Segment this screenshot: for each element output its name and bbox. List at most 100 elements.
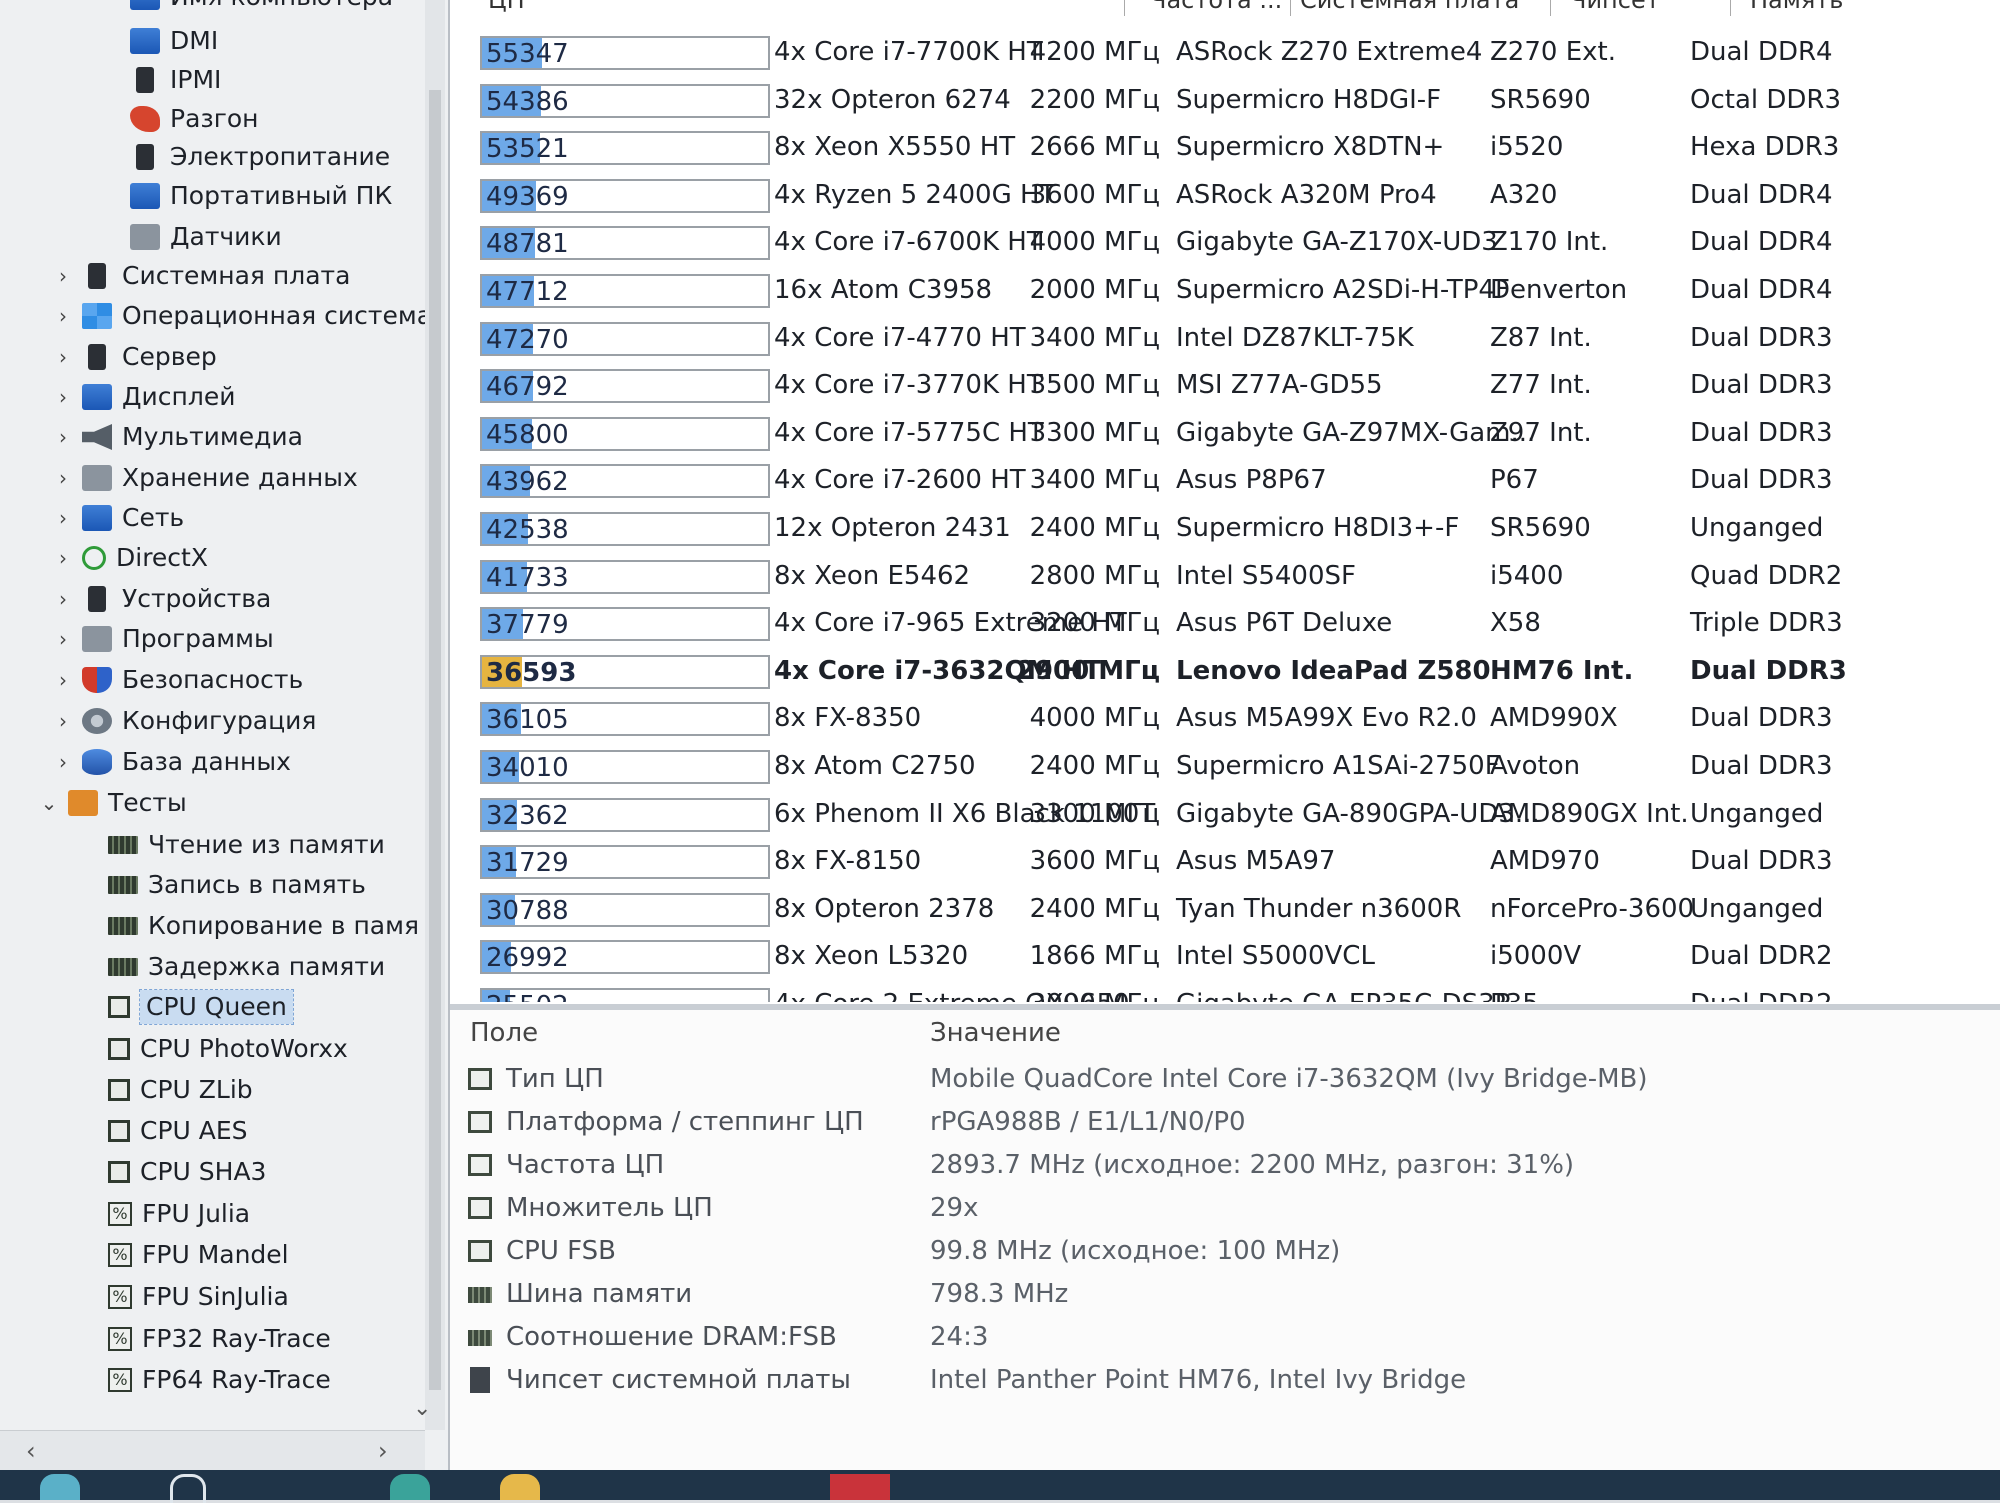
column-header-memory[interactable]: Память <box>1750 0 1843 14</box>
sidebar-item-27[interactable]: CPU ZLib <box>108 1073 253 1107</box>
sidebar-item-1[interactable]: DMI <box>130 24 218 58</box>
table-row[interactable]: 43962 4x Core i7-2600 HT 3400 МГц Asus P8P6… <box>450 457 2000 504</box>
sidebar-item-20[interactable]: ⌄ Тесты <box>36 786 187 820</box>
search-icon[interactable] <box>170 1474 206 1503</box>
collapse-arrow-icon[interactable]: ⌄ <box>36 786 62 820</box>
sidebar-item-33[interactable]: FP32 Ray-Trace <box>108 1322 331 1356</box>
aida-app-icon[interactable] <box>830 1474 890 1500</box>
expand-arrow-icon[interactable]: › <box>50 501 76 535</box>
sidebar-item-19[interactable]: › База данных <box>50 745 291 779</box>
sidebar-item-8[interactable]: › Операционная система <box>50 299 432 333</box>
column-header-frequency[interactable]: Частота ... <box>1150 0 1282 14</box>
sidebar-item-31[interactable]: FPU Mandel <box>108 1238 289 1272</box>
sidebar-item-17[interactable]: › Безопасность <box>50 663 303 697</box>
expand-arrow-icon[interactable]: › <box>50 299 76 333</box>
expand-arrow-icon[interactable]: › <box>50 380 76 414</box>
expand-arrow-icon[interactable]: › <box>50 704 76 738</box>
sidebar-item-12[interactable]: › Хранение данных <box>50 461 358 495</box>
table-row[interactable]: 45800 4x Core i7-5775C HT 3300 МГц Gigabyte… <box>450 410 2000 457</box>
sidebar-item-4[interactable]: Электропитание <box>130 140 390 174</box>
sidebar-item-25[interactable]: CPU Queen <box>108 989 294 1025</box>
expand-arrow-icon[interactable]: › <box>50 340 76 374</box>
taskbar-app-icon[interactable] <box>390 1474 430 1500</box>
detail-row[interactable]: Частота ЦП 2893.7 MHz (исходное: 2200 MHz… <box>450 1144 2000 1186</box>
sidebar-item-23[interactable]: Копирование в памя <box>108 909 419 943</box>
sidebar-item-3[interactable]: Разгон <box>130 102 258 136</box>
sidebar-item-28[interactable]: CPU AES <box>108 1114 248 1148</box>
sidebar-item-14[interactable]: › DirectX <box>50 541 208 575</box>
table-row[interactable]: 36593 4x Core i7-3632QM HT 2900 МГц Lenovo … <box>450 648 2000 695</box>
tree-scrollbar-thumb[interactable] <box>429 90 441 1390</box>
table-row[interactable]: 47712 16x Atom C3958 2000 МГц Supermicro A2… <box>450 267 2000 314</box>
table-row[interactable]: 41733 8x Xeon E5462 2800 МГц Intel S5400SF i… <box>450 553 2000 600</box>
detail-row[interactable]: Чипсет системной платы Intel Panther Poin… <box>450 1359 2000 1401</box>
sidebar-item-6[interactable]: Датчики <box>130 220 282 254</box>
detail-row[interactable]: Соотношение DRAM:FSB 24:3 <box>450 1316 2000 1358</box>
scroll-right-arrow-icon[interactable]: › <box>378 1437 388 1465</box>
sidebar-item-34[interactable]: FP64 Ray-Trace <box>108 1363 331 1397</box>
sidebar-item-2[interactable]: IPMI <box>130 63 221 97</box>
table-row[interactable]: 42538 12x Opteron 2431 2400 МГц Supermicro … <box>450 505 2000 552</box>
table-row[interactable]: 37779 4x Core i7-965 Extreme HT 3200 МГц As… <box>450 600 2000 647</box>
column-separator[interactable] <box>1730 0 1731 16</box>
sidebar-item-7[interactable]: › Системная плата <box>50 259 350 293</box>
table-row[interactable]: 46792 4x Core i7-3770K HT 3500 МГц MSI Z77A… <box>450 362 2000 409</box>
table-row[interactable]: 48781 4x Core i7-6700K HT 4000 МГц Gigabyte… <box>450 219 2000 266</box>
sidebar-item-18[interactable]: › Конфигурация <box>50 704 316 738</box>
detail-row[interactable]: Шина памяти 798.3 MHz <box>450 1273 2000 1315</box>
table-row[interactable]: 34010 8x Atom C2750 2400 МГц Supermicro A1S… <box>450 743 2000 790</box>
table-row[interactable]: 26992 8x Xeon L5320 1866 МГц Intel S5000VCL… <box>450 933 2000 980</box>
table-row[interactable]: 55347 4x Core i7-7700K HT 4200 МГц ASRock Z… <box>450 29 2000 76</box>
sidebar-item-11[interactable]: › Мультимедиа <box>50 420 303 454</box>
tree-vertical-scrollbar[interactable] <box>425 0 445 1430</box>
detail-row[interactable]: Множитель ЦП 29x <box>450 1187 2000 1229</box>
scroll-left-arrow-icon[interactable]: ‹ <box>26 1437 36 1465</box>
column-separator[interactable] <box>1124 0 1125 16</box>
table-row[interactable]: 53521 8x Xeon X5550 HT 2666 МГц Supermicro … <box>450 124 2000 171</box>
column-separator[interactable] <box>1550 0 1551 16</box>
expand-arrow-icon[interactable]: › <box>50 582 76 616</box>
expand-arrow-icon[interactable]: › <box>50 461 76 495</box>
sidebar-item-29[interactable]: CPU SHA3 <box>108 1155 266 1189</box>
table-row[interactable]: 31729 8x FX-8150 3600 МГц Asus M5A97 AMD970 D… <box>450 838 2000 885</box>
details-header-value[interactable]: Значение <box>930 1018 1061 1048</box>
sidebar-item-24[interactable]: Задержка памяти <box>108 950 385 984</box>
details-header-field[interactable]: Поле <box>470 1018 538 1048</box>
expand-arrow-icon[interactable]: › <box>50 745 76 779</box>
column-separator[interactable] <box>1290 0 1291 16</box>
scroll-down-arrow-icon[interactable]: ⌄ <box>413 1396 431 1421</box>
folder-icon[interactable] <box>500 1474 540 1500</box>
column-header-motherboard[interactable]: Системная плата <box>1300 0 1519 14</box>
sidebar-item-16[interactable]: › Программы <box>50 622 274 656</box>
detail-row[interactable]: Платформа / степпинг ЦП rPGA988B / E1/L1/… <box>450 1101 2000 1143</box>
sidebar-item-13[interactable]: › Сеть <box>50 501 184 535</box>
detail-row[interactable]: Тип ЦП Mobile QuadCore Intel Core i7-3632… <box>450 1058 2000 1100</box>
table-row[interactable]: 54386 32x Opteron 6274 2200 МГц Supermicro … <box>450 77 2000 124</box>
table-row[interactable]: 255024x Core 2 Extreme QX96503000 МГцGig… <box>450 981 2000 1002</box>
table-row[interactable]: 49369 4x Ryzen 5 2400G HT 3600 МГц ASRock A… <box>450 172 2000 219</box>
detail-row[interactable]: CPU FSB 99.8 MHz (исходное: 100 MHz) <box>450 1230 2000 1272</box>
sidebar-item-9[interactable]: › Сервер <box>50 340 217 374</box>
sidebar-item-32[interactable]: FPU SinJulia <box>108 1280 289 1314</box>
column-header-cpu[interactable]: ЦП <box>488 0 525 14</box>
sidebar-item-10[interactable]: › Дисплей <box>50 380 235 414</box>
sidebar-item-26[interactable]: CPU PhotoWorxx <box>108 1032 348 1066</box>
table-row[interactable]: 30788 8x Opteron 2378 2400 МГц Tyan Thunder… <box>450 886 2000 933</box>
expand-arrow-icon[interactable]: › <box>50 259 76 293</box>
sidebar-item-5[interactable]: Портативный ПК <box>130 179 392 213</box>
table-row[interactable]: 36105 8x FX-8350 4000 МГц Asus M5A99X Evo R… <box>450 695 2000 742</box>
tree-horizontal-scrollbar[interactable]: ‹ › <box>0 1430 425 1470</box>
column-header-chipset[interactable]: Чипсет <box>1570 0 1660 14</box>
table-row[interactable]: 47270 4x Core i7-4770 HT 3400 МГц Intel DZ8… <box>450 315 2000 362</box>
sidebar-item-30[interactable]: FPU Julia <box>108 1197 250 1231</box>
start-icon[interactable] <box>40 1474 80 1500</box>
expand-arrow-icon[interactable]: › <box>50 541 76 575</box>
sidebar-item-22[interactable]: Запись в память <box>108 868 366 902</box>
expand-arrow-icon[interactable]: › <box>50 622 76 656</box>
sidebar-item-0[interactable]: Имя компьютера <box>130 0 393 14</box>
expand-arrow-icon[interactable]: › <box>50 420 76 454</box>
expand-arrow-icon[interactable]: › <box>50 663 76 697</box>
sidebar-item-21[interactable]: Чтение из памяти <box>108 828 385 862</box>
table-row[interactable]: 32362 6x Phenom II X6 Black 1100T 3300 МГц… <box>450 791 2000 838</box>
sidebar-item-15[interactable]: › Устройства <box>50 582 271 616</box>
